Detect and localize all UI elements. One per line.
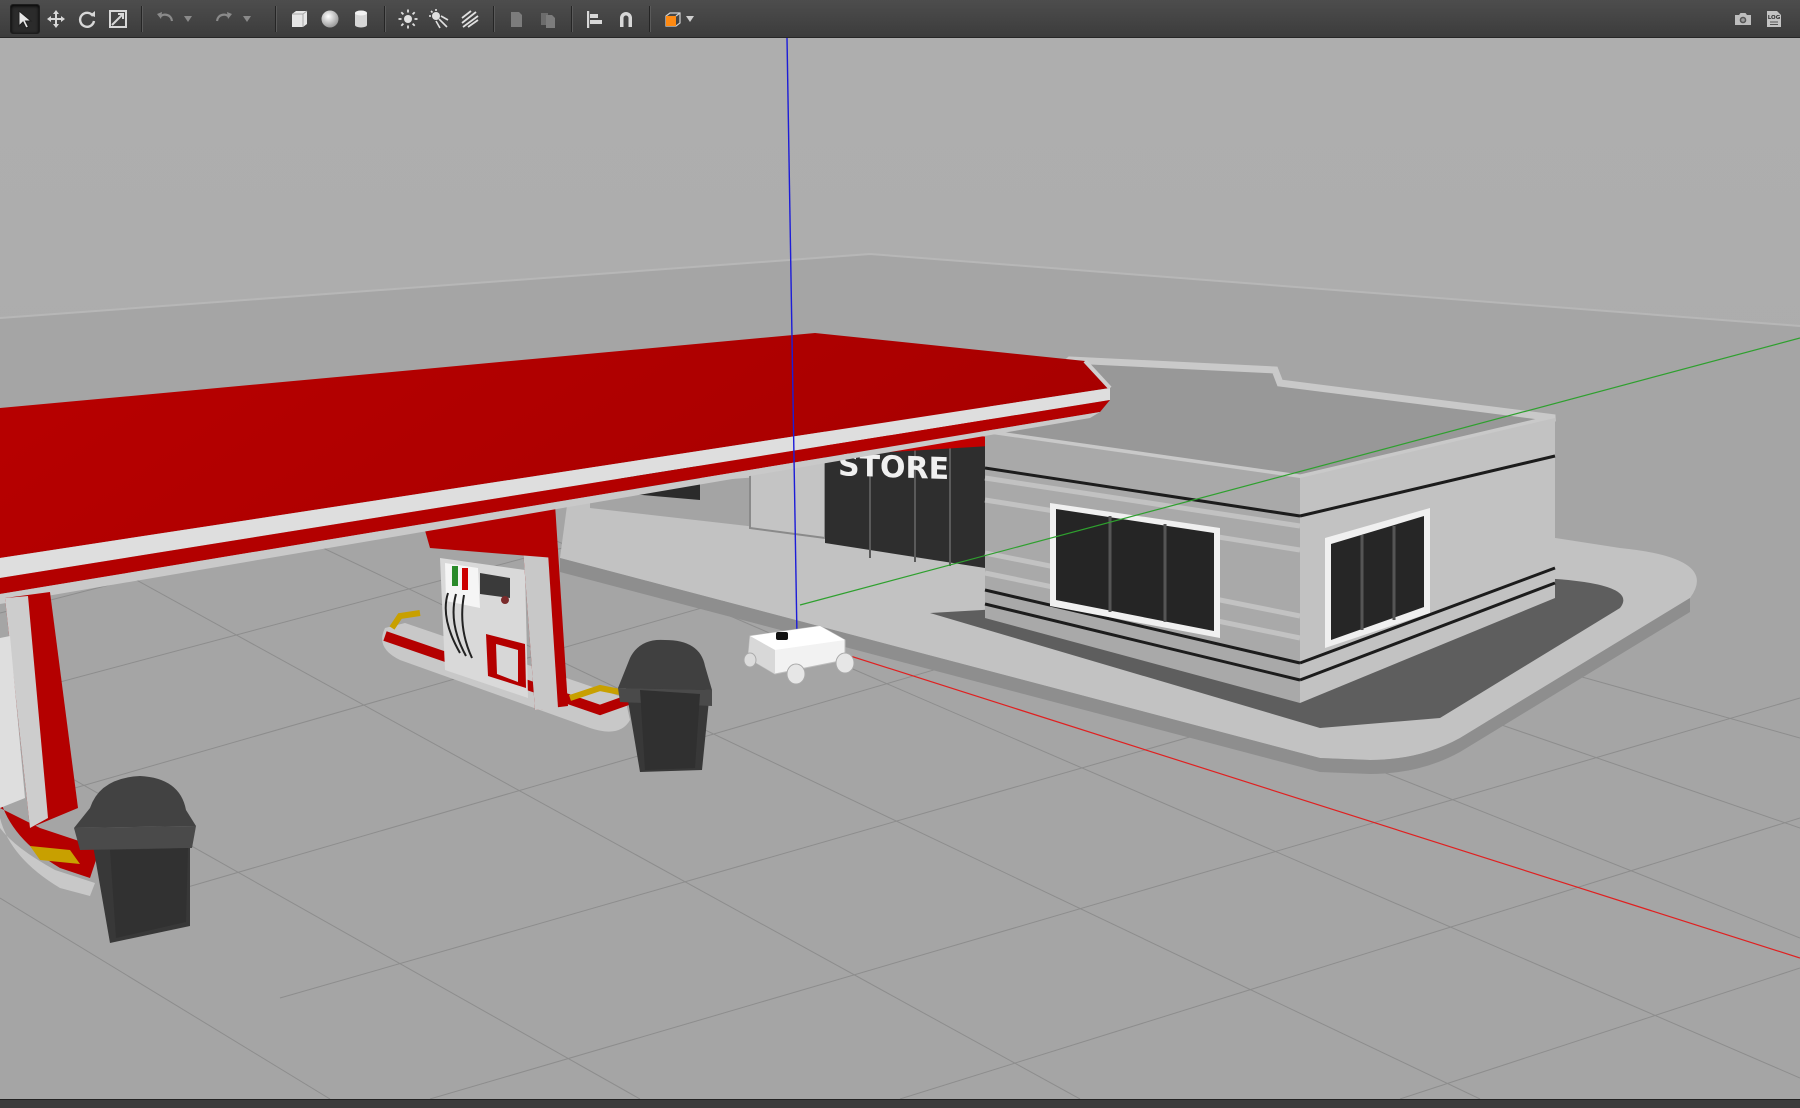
spot-light-icon xyxy=(429,8,449,28)
chevron-down-icon xyxy=(184,15,192,22)
log-button[interactable]: LOG xyxy=(1759,4,1789,34)
toolbar-separator xyxy=(141,5,143,32)
redo-icon xyxy=(215,11,232,21)
align-button[interactable] xyxy=(580,4,610,34)
redo-history-dropdown[interactable] xyxy=(240,4,254,34)
toolbar-right-group: LOG xyxy=(1728,4,1790,34)
main-toolbar: LOG xyxy=(0,0,1800,38)
magnet-icon xyxy=(620,11,632,27)
box-shape-icon xyxy=(292,10,308,27)
sphere-shape-button[interactable] xyxy=(315,4,345,34)
scene-render: STORE xyxy=(0,38,1800,1099)
cylinder-shape-icon xyxy=(355,10,367,27)
toolbar-separator xyxy=(384,5,386,32)
simulator-window: LOG STORE xyxy=(0,0,1800,1108)
rotate-tool-button[interactable] xyxy=(72,4,102,34)
arrow-cursor-icon xyxy=(18,9,33,29)
translate-tool-button[interactable] xyxy=(41,4,71,34)
point-light-icon xyxy=(398,9,418,28)
sphere-shape-icon xyxy=(321,10,339,27)
view-cube-icon xyxy=(665,11,681,27)
snap-button[interactable] xyxy=(611,4,641,34)
3d-viewport[interactable]: STORE xyxy=(0,38,1800,1099)
box-shape-button[interactable] xyxy=(284,4,314,34)
scale-icon xyxy=(109,9,127,28)
move-arrows-icon xyxy=(47,9,65,28)
chevron-down-icon xyxy=(686,15,694,22)
scale-tool-button[interactable] xyxy=(103,4,133,34)
directional-light-button[interactable] xyxy=(455,4,485,34)
paste-button[interactable] xyxy=(533,4,563,34)
log-icon: LOG xyxy=(1767,11,1781,27)
log-icon-label: LOG xyxy=(1768,15,1781,21)
camera-icon xyxy=(1735,13,1751,25)
point-light-button[interactable] xyxy=(393,4,423,34)
chevron-down-icon xyxy=(243,15,251,22)
undo-history-dropdown[interactable] xyxy=(181,4,195,34)
directional-light-icon xyxy=(461,9,479,28)
lidar-sensor xyxy=(776,632,788,640)
toolbar-separator xyxy=(571,5,573,32)
spot-light-button[interactable] xyxy=(424,4,454,34)
undo-button[interactable] xyxy=(150,4,180,34)
copy-button[interactable] xyxy=(502,4,532,34)
redo-button[interactable] xyxy=(209,4,239,34)
screenshot-button[interactable] xyxy=(1728,4,1758,34)
toolbar-separator xyxy=(649,5,651,32)
toolbar-separator xyxy=(493,5,495,32)
copy-icon xyxy=(511,11,522,27)
undo-icon xyxy=(157,11,174,21)
align-icon xyxy=(587,10,602,28)
cylinder-shape-button[interactable] xyxy=(346,4,376,34)
view-angle-dropdown[interactable] xyxy=(683,4,697,34)
paste-icon xyxy=(541,12,555,28)
rotate-icon xyxy=(78,10,96,28)
toolbar-separator xyxy=(275,5,277,32)
select-tool-button[interactable] xyxy=(10,3,40,34)
